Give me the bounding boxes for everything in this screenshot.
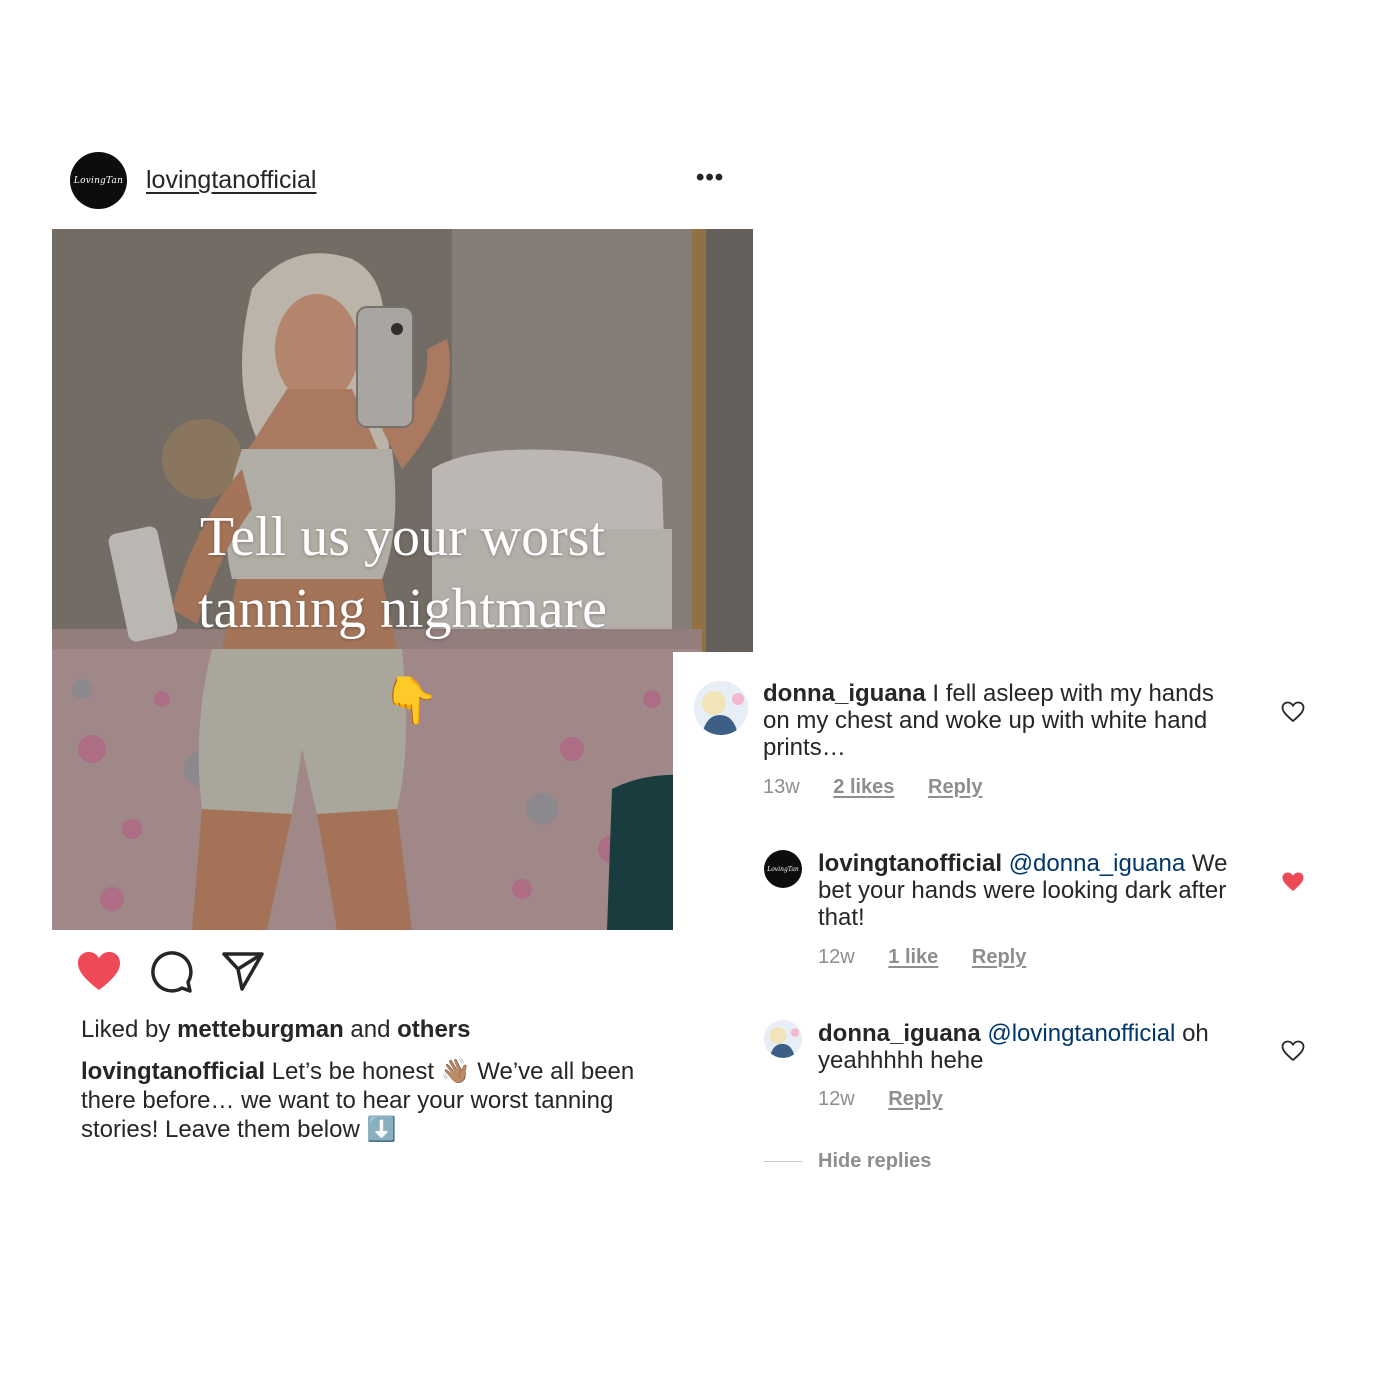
comment-meta: 13w 2 likes Reply bbox=[763, 776, 1010, 799]
more-horizontal-icon: ••• bbox=[696, 164, 725, 191]
comment-body: lovingtanofficial @donna_iguana We bet y… bbox=[818, 850, 1258, 931]
comments-panel: donna_iguana I fell asleep with my hands… bbox=[673, 652, 1353, 1170]
avatar[interactable] bbox=[764, 1020, 802, 1058]
heart-filled-icon bbox=[78, 952, 120, 990]
comment-button[interactable] bbox=[149, 950, 193, 999]
post-header: LovingTan lovingtanofficial ••• bbox=[70, 152, 740, 210]
brand-logo: LovingTan bbox=[767, 865, 799, 873]
reply-button[interactable]: Reply bbox=[972, 946, 1026, 968]
reply-button[interactable]: Reply bbox=[928, 776, 982, 798]
comment-time: 12w bbox=[818, 1088, 855, 1110]
reply-item: LovingTan lovingtanofficial @donna_iguan… bbox=[673, 822, 1353, 972]
hide-replies-button[interactable]: Hide replies bbox=[764, 1150, 931, 1170]
liked-by-line: Liked by metteburgman and others bbox=[81, 1016, 471, 1044]
comment-like-button[interactable] bbox=[1281, 1040, 1305, 1067]
liked-by-others-link[interactable]: others bbox=[397, 1016, 470, 1043]
post-image[interactable]: Tell us your worst tanning nightmare 👇 bbox=[52, 229, 753, 930]
pointing-down-emoji: 👇 bbox=[382, 674, 440, 726]
avatar[interactable]: LovingTan bbox=[764, 850, 802, 888]
liked-by-user-link[interactable]: metteburgman bbox=[177, 1016, 344, 1043]
paper-plane-icon bbox=[222, 952, 264, 991]
comment-username-link[interactable]: donna_iguana bbox=[763, 680, 926, 707]
post-actions bbox=[76, 950, 296, 996]
post-username-link[interactable]: lovingtanofficial bbox=[146, 166, 316, 195]
heart-outline-icon bbox=[1281, 1040, 1305, 1062]
comment-likes-link[interactable]: 1 like bbox=[888, 946, 938, 968]
comment-time: 13w bbox=[763, 776, 800, 798]
user-avatar-image bbox=[764, 1020, 802, 1058]
comment-like-button[interactable] bbox=[1281, 871, 1305, 898]
comment-username-link[interactable]: donna_iguana bbox=[818, 1020, 981, 1047]
divider-line bbox=[764, 1161, 802, 1163]
avatar[interactable] bbox=[694, 681, 748, 735]
comment-mention-link[interactable]: @donna_iguana bbox=[1009, 850, 1186, 877]
comment-meta: 12w Reply bbox=[818, 1088, 971, 1111]
user-avatar-image bbox=[694, 681, 748, 735]
post-caption: lovingtanofficial Let’s be honest 👋🏽 We’… bbox=[81, 1057, 673, 1149]
heart-filled-icon bbox=[1282, 872, 1304, 891]
comment-username-link[interactable]: lovingtanofficial bbox=[818, 850, 1002, 877]
comment-likes-link[interactable]: 2 likes bbox=[833, 776, 894, 798]
hide-replies-label: Hide replies bbox=[818, 1150, 932, 1170]
comment-icon bbox=[151, 951, 193, 993]
comment-meta: 12w 1 like Reply bbox=[818, 946, 1054, 969]
heart-outline-icon bbox=[1281, 701, 1305, 723]
comment-like-button[interactable] bbox=[1281, 701, 1305, 728]
comment-body: donna_iguana @lovingtanofficial oh yeahh… bbox=[818, 1020, 1258, 1074]
avatar[interactable]: LovingTan bbox=[70, 152, 127, 209]
comment-item: donna_iguana I fell asleep with my hands… bbox=[673, 652, 1353, 812]
reply-button[interactable]: Reply bbox=[888, 1088, 942, 1110]
comment-time: 12w bbox=[818, 946, 855, 968]
liked-by-prefix: Liked by bbox=[81, 1016, 171, 1043]
overlay-line-2: tanning nightmare bbox=[197, 578, 607, 640]
comment-body: donna_iguana I fell asleep with my hands… bbox=[763, 680, 1243, 761]
more-options-button[interactable]: ••• bbox=[696, 166, 724, 190]
comment-mention-link[interactable]: @lovingtanofficial bbox=[987, 1020, 1175, 1047]
liked-by-conjunction: and bbox=[350, 1016, 391, 1043]
reply-item: donna_iguana @lovingtanofficial oh yeahh… bbox=[673, 992, 1353, 1132]
like-button[interactable] bbox=[76, 950, 122, 997]
share-button[interactable] bbox=[221, 950, 265, 997]
caption-username-link[interactable]: lovingtanofficial bbox=[81, 1058, 265, 1085]
post-overlay-text: Tell us your worst tanning nightmare bbox=[52, 501, 753, 645]
brand-logo: LovingTan bbox=[73, 175, 124, 186]
overlay-line-1: Tell us your worst bbox=[199, 506, 606, 568]
